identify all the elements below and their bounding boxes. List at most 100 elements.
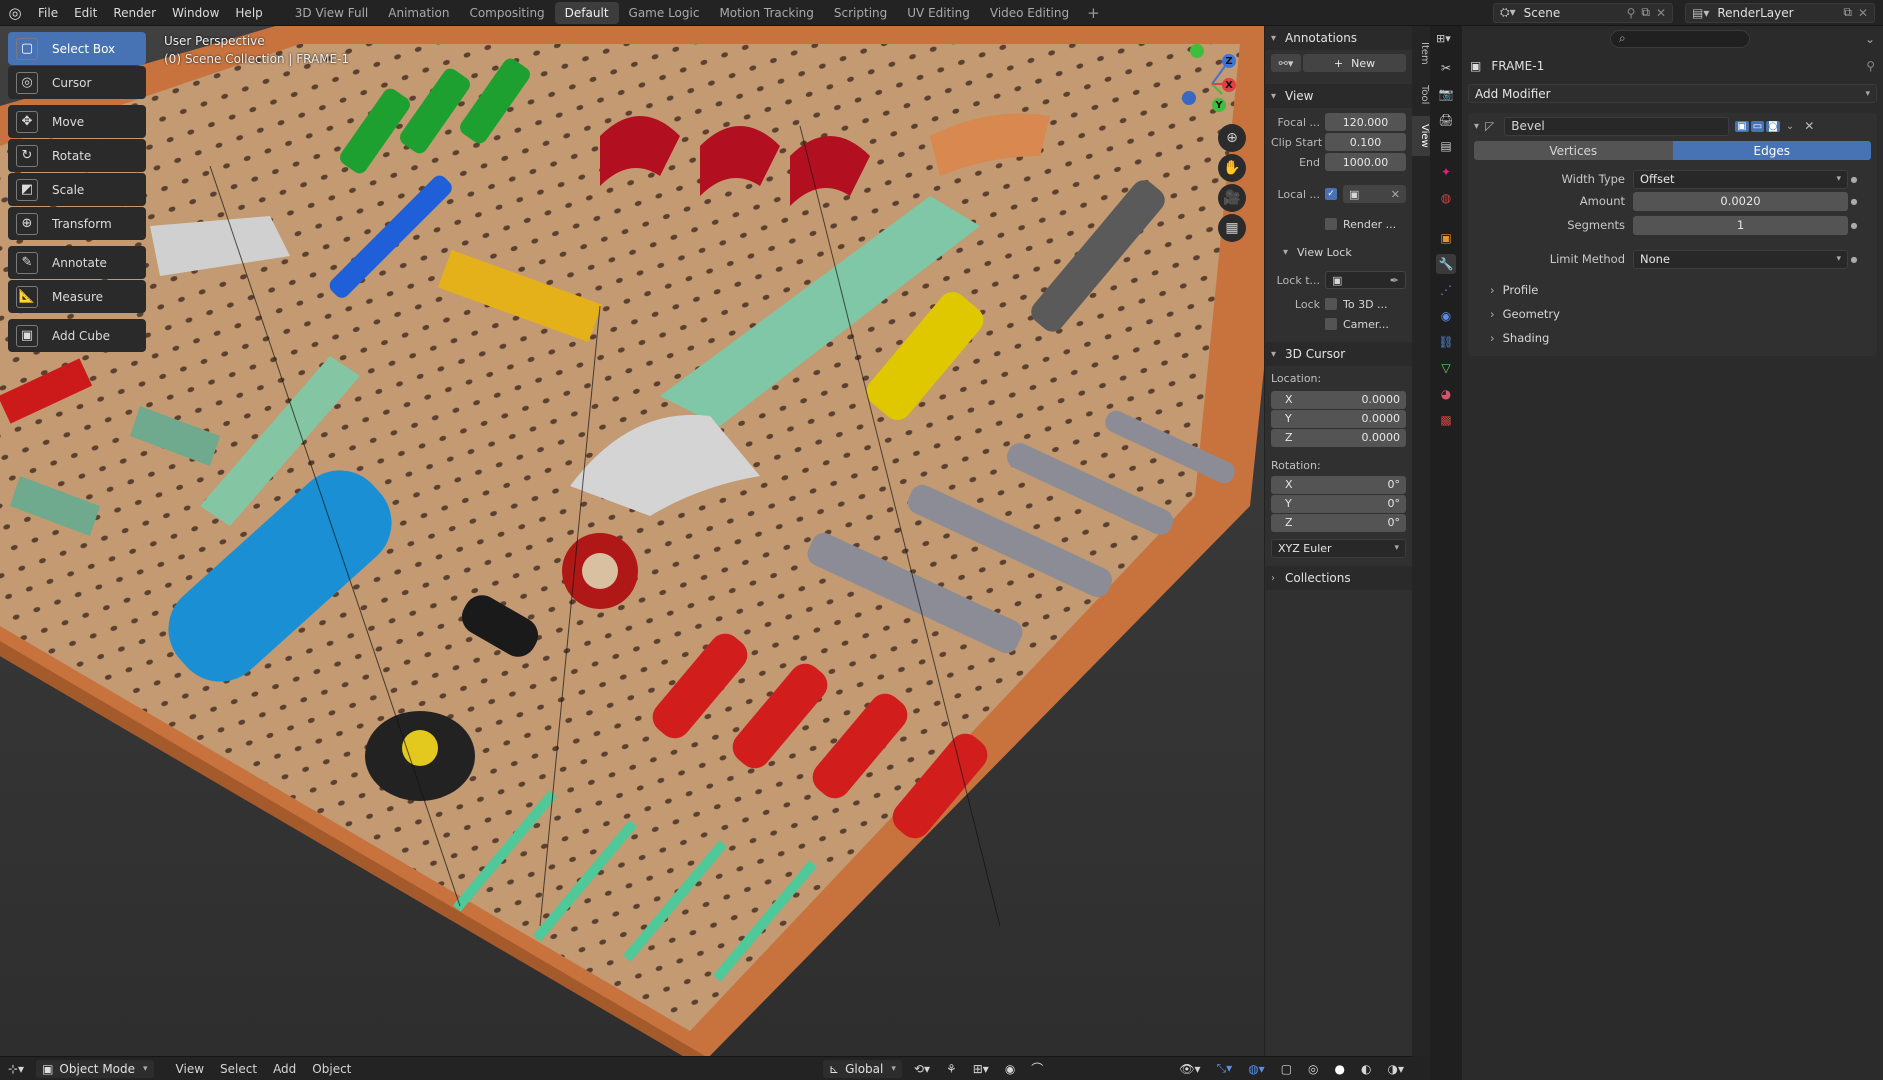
menu-help[interactable]: Help	[227, 6, 270, 20]
chevron-down-icon[interactable]: ⌄	[1865, 32, 1875, 46]
search-input[interactable]: ⌕	[1610, 30, 1750, 48]
lock-to-object-field[interactable]: ▣ ✒	[1325, 271, 1406, 289]
add-modifier-dropdown[interactable]: Add Modifier ▾	[1468, 84, 1877, 103]
pivot-icon[interactable]: ⟲▾	[906, 1062, 938, 1076]
menu-render[interactable]: Render	[105, 6, 164, 20]
new-annotation-button[interactable]: + New	[1303, 54, 1406, 72]
particles-tab-icon[interactable]: ⋰	[1436, 280, 1456, 300]
tab-vertices[interactable]: Vertices	[1474, 141, 1673, 160]
render-toggle-icon[interactable]: ◙	[1766, 120, 1780, 132]
pan-hand-icon[interactable]: ✋	[1218, 154, 1246, 182]
gizmo-neg-z-icon[interactable]	[1182, 91, 1196, 105]
menu-edit[interactable]: Edit	[66, 6, 105, 20]
wireframe-shading-icon[interactable]: ◎	[1300, 1062, 1326, 1076]
modifier-tab-icon[interactable]: 🔧	[1436, 254, 1456, 274]
new-layer-icon[interactable]: ⧉	[1843, 5, 1852, 20]
annotations-header[interactable]: ▾ Annotations	[1265, 26, 1412, 50]
segments-field[interactable]: 1	[1633, 215, 1848, 235]
tool-transform[interactable]: ⊕ Transform	[8, 207, 146, 240]
annotation-layer-icon[interactable]: ⚯▾	[1271, 54, 1301, 72]
cursor-rot-x-field[interactable]: X 0°	[1271, 475, 1406, 494]
world-tab-icon[interactable]: ◍	[1436, 188, 1456, 208]
limit-method-dropdown[interactable]: None ▾	[1633, 249, 1848, 269]
falloff-icon[interactable]: ⌒	[1023, 1060, 1051, 1077]
output-tab-icon[interactable]: 🖨	[1436, 110, 1456, 130]
data-tab-icon[interactable]: ▽	[1436, 358, 1456, 378]
tab-game-logic[interactable]: Game Logic	[619, 2, 710, 24]
tab-item[interactable]: Item	[1412, 32, 1430, 74]
snap-icon[interactable]: ⚘	[938, 1062, 965, 1076]
render-region-checkbox[interactable]	[1325, 218, 1337, 230]
object-tab-icon[interactable]: ▣	[1436, 228, 1456, 248]
tab-compositing[interactable]: Compositing	[459, 2, 554, 24]
collections-header[interactable]: › Collections	[1265, 566, 1412, 590]
material-tab-icon[interactable]: ◕	[1436, 384, 1456, 404]
view-header[interactable]: ▾ View	[1265, 84, 1412, 108]
keyframe-dot-icon[interactable]: ●	[1848, 255, 1860, 264]
grid-view-icon[interactable]: ▦	[1218, 214, 1246, 242]
tool-annotate[interactable]: ✎ Annotate	[8, 246, 146, 279]
cursor-rot-z-field[interactable]: Z 0°	[1271, 513, 1406, 532]
overlays-icon[interactable]: ◍▾	[1240, 1062, 1273, 1076]
menu-window[interactable]: Window	[164, 6, 227, 20]
view-lock-header[interactable]: ▾ View Lock	[1265, 242, 1412, 262]
snap-target-icon[interactable]: ⊞▾	[965, 1062, 997, 1076]
focal-length-field[interactable]: 120.000	[1325, 113, 1406, 131]
editor-type-icon[interactable]: ⊹▾	[0, 1062, 32, 1076]
amount-field[interactable]: 0.0020	[1633, 191, 1848, 211]
tab-view[interactable]: View	[1412, 116, 1430, 156]
rendered-shading-icon[interactable]: ◑▾	[1380, 1062, 1413, 1076]
viewport-toggle-icon[interactable]: ▭	[1750, 120, 1765, 132]
solid-shading-icon[interactable]: ●	[1327, 1062, 1353, 1076]
tab-scripting[interactable]: Scripting	[824, 2, 897, 24]
cursor-rot-y-field[interactable]: Y 0°	[1271, 494, 1406, 513]
tab-tool[interactable]: Tool	[1412, 76, 1430, 114]
menu-file[interactable]: File	[30, 6, 66, 20]
tool-move[interactable]: ✥ Move	[8, 105, 146, 138]
zoom-icon[interactable]: ⊕	[1218, 124, 1246, 152]
tab-motion-tracking[interactable]: Motion Tracking	[709, 2, 823, 24]
tool-scale[interactable]: ◩ Scale	[8, 173, 146, 206]
scene-selector[interactable]: ⛭▾ Scene ⚲ ⧉ ✕	[1493, 2, 1673, 23]
tool-add-cube[interactable]: ▣ Add Cube	[8, 319, 146, 352]
navigation-gizmo[interactable]: Z X Y	[1170, 36, 1240, 116]
tool-cursor[interactable]: ◎ Cursor	[8, 66, 146, 99]
gizmo-x-icon[interactable]: X	[1222, 78, 1236, 92]
gizmo-neg-y-icon[interactable]	[1190, 44, 1204, 58]
tab-uv-editing[interactable]: UV Editing	[897, 2, 980, 24]
menu-select[interactable]: Select	[212, 1062, 265, 1076]
camera-view-icon[interactable]: 🎥	[1218, 184, 1246, 212]
close-icon[interactable]: ✕	[1656, 6, 1666, 20]
menu-add[interactable]: Add	[265, 1062, 304, 1076]
menu-object[interactable]: Object	[304, 1062, 359, 1076]
gizmo-y-icon[interactable]: Y	[1212, 98, 1226, 112]
blender-logo-icon[interactable]: ◎	[0, 4, 30, 22]
clip-start-field[interactable]: 0.100	[1325, 133, 1406, 151]
close-icon[interactable]: ✕	[1804, 119, 1814, 133]
lock-camera-checkbox[interactable]	[1325, 318, 1337, 330]
material-shading-icon[interactable]: ◐	[1353, 1062, 1379, 1076]
tab-default[interactable]: Default	[554, 1, 619, 24]
tab-animation[interactable]: Animation	[378, 2, 459, 24]
3d-viewport[interactable]: User Perspective (0) Scene Collection | …	[0, 26, 1412, 1056]
chevron-down-icon[interactable]: ⌄	[1786, 121, 1794, 132]
scene-tab-icon[interactable]: ✦	[1436, 162, 1456, 182]
texture-tab-icon[interactable]: ▩	[1436, 410, 1456, 430]
pin-icon[interactable]: ⚲	[1627, 6, 1636, 20]
constraints-tab-icon[interactable]: ⛓	[1436, 332, 1456, 352]
view-layer-tab-icon[interactable]: ▤	[1436, 136, 1456, 156]
transform-orientation-dropdown[interactable]: ⊾ Global ▾	[823, 1059, 902, 1078]
keyframe-dot-icon[interactable]: ●	[1848, 175, 1860, 184]
editor-type-icon[interactable]: ⊞▾	[1436, 32, 1456, 52]
cursor-loc-y-field[interactable]: Y 0.0000	[1271, 409, 1406, 428]
local-camera-field[interactable]: ▣ ✕	[1343, 185, 1406, 203]
rotation-mode-dropdown[interactable]: XYZ Euler ▾	[1271, 538, 1406, 558]
xray-icon[interactable]: ▢	[1273, 1062, 1300, 1076]
render-tab-icon[interactable]: 📷	[1436, 84, 1456, 104]
chevron-down-icon[interactable]: ▾	[1474, 121, 1479, 132]
edit-mode-toggle-icon[interactable]: ▣	[1735, 120, 1749, 132]
menu-view[interactable]: View	[168, 1062, 212, 1076]
keyframe-dot-icon[interactable]: ●	[1848, 221, 1860, 230]
close-icon[interactable]: ✕	[1391, 188, 1400, 201]
cursor-loc-z-field[interactable]: Z 0.0000	[1271, 428, 1406, 447]
